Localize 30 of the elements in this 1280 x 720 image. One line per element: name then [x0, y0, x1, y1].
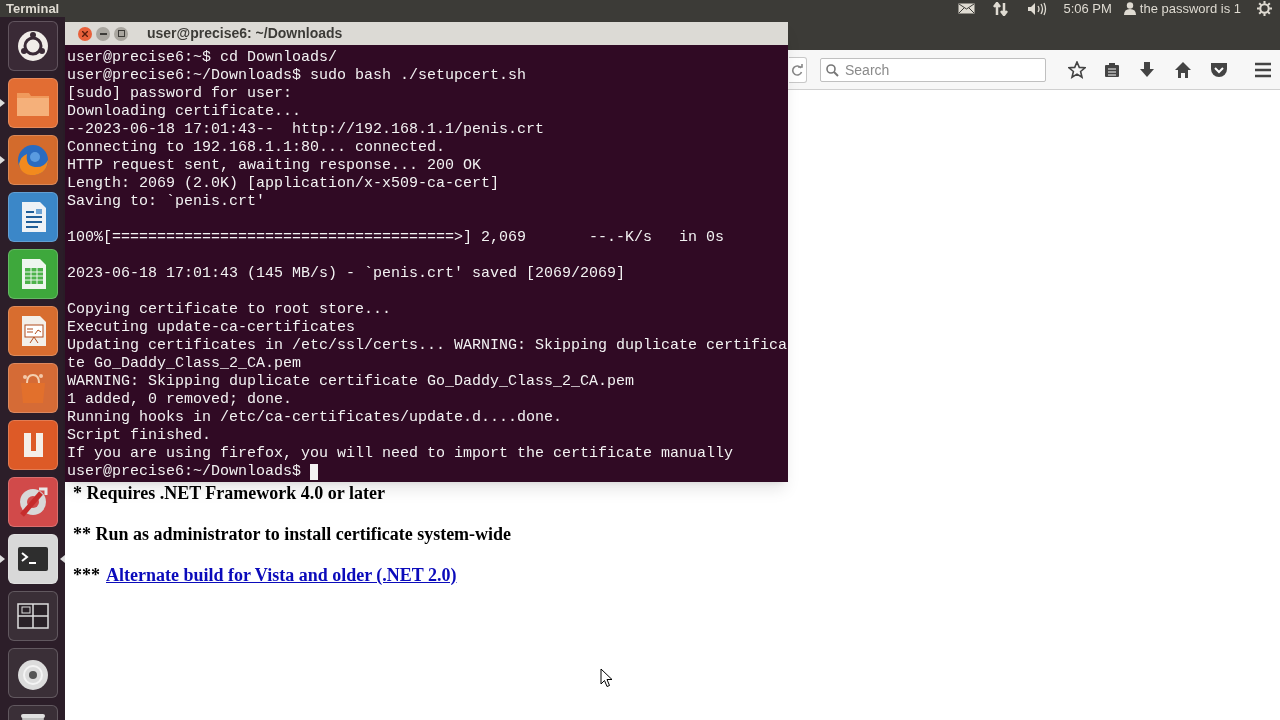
terminal-line: 100%[======================================>] 2,069 --.-K/s in 0s [67, 229, 726, 247]
terminal-line: [sudo] password for user: [67, 85, 294, 103]
user-name[interactable]: the password is 1 [1139, 0, 1241, 19]
terminal-line: Script finished. [67, 427, 213, 445]
search-field[interactable]: Search [820, 57, 1046, 82]
terminal-line: Length: 2069 (2.0K) [application/x-x509-ca-cert] [67, 175, 501, 193]
terminal-line: HTTP request sent, awaiting response... 200 OK [67, 157, 483, 175]
terminal-prompt: user@precise6:~/Downloads$ [67, 463, 302, 481]
page-text: ** Run as administrator to install certificate system-wide [73, 524, 513, 545]
list-marker: *** [73, 565, 100, 586]
app-title: Terminal [6, 0, 60, 18]
terminal-line: Updating certificates in /etc/ssl/certs... WARNING: Skipping duplicate certifica [67, 337, 788, 355]
terminal-line: Downloading certificate... [67, 103, 303, 121]
download-link[interactable]: Alternate build for Vista and older (.NET 2.0) [106, 565, 457, 586]
window-title: user@precise6: ~/Downloads [147, 24, 343, 43]
page-text: * Requires .NET Framework 4.0 or later [73, 483, 386, 504]
terminal-line: --2023-06-18 17:01:43-- http://192.168.1.1/penis.crt [67, 121, 546, 139]
terminal-line: user@precise6:~/Downloads$ sudo bash ./setupcert.sh [67, 67, 528, 85]
terminal-line: Running hooks in /etc/ca-certificates/update.d....done. [67, 409, 564, 427]
terminal-line: If you are using firefox, you will need to import the certificate manually [67, 445, 735, 463]
terminal-line: 1 added, 0 removed; done. [67, 391, 294, 409]
terminal-line: Executing update-ca-certificates [67, 319, 357, 337]
terminal-line: Copying certificate to root store... [67, 301, 393, 319]
terminal-line: 2023-06-18 17:01:43 (145 MB/s) - `penis.crt' saved [2069/2069] [67, 265, 627, 283]
clock[interactable]: 5:06 PM [1063, 0, 1112, 19]
terminal-line: user@precise6:~$ cd Downloads/ [67, 49, 339, 67]
terminal-line: WARNING: Skipping duplicate certificate Go_Daddy_Class_2_CA.pem [67, 373, 636, 391]
terminal-line: Saving to: `penis.crt' [67, 193, 267, 211]
terminal-line: te Go_Daddy_Class_2_CA.pem [67, 355, 303, 373]
terminal-line: Connecting to 192.168.1.1:80... connected. [67, 139, 447, 157]
